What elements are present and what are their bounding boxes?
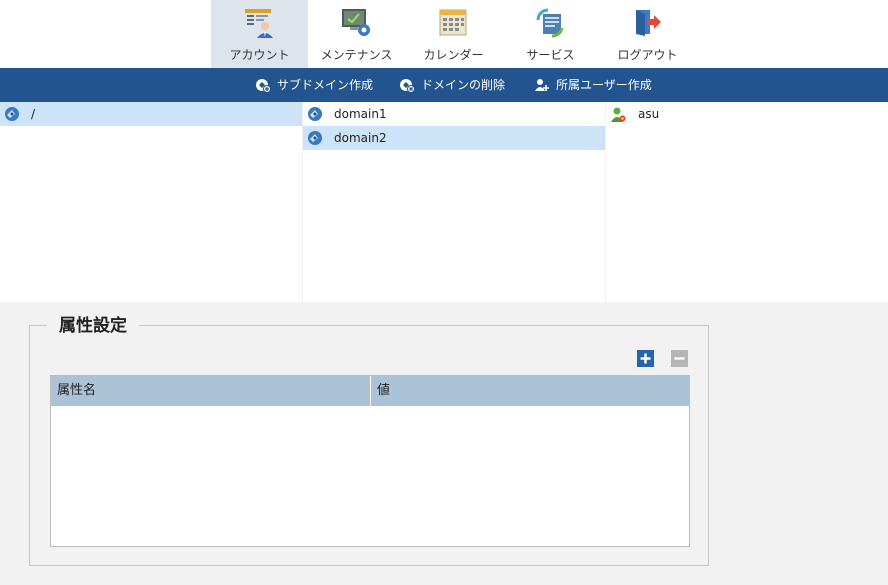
user-item-asu-label: asu bbox=[638, 107, 660, 121]
attribute-table: 属性名 値 bbox=[50, 375, 690, 547]
nav-account[interactable]: アカウント bbox=[211, 0, 308, 68]
column-header-value[interactable]: 値 bbox=[371, 376, 689, 406]
nav-calendar-label: カレンダー bbox=[423, 48, 484, 62]
service-icon bbox=[536, 8, 564, 38]
domain-icon bbox=[308, 107, 322, 121]
calendar-icon bbox=[439, 9, 467, 36]
nav-service-label: サービス bbox=[526, 48, 575, 62]
account-icon bbox=[245, 9, 273, 38]
top-navigation: アカウント メンテナンス カレンダー サービス ログアウト bbox=[0, 0, 888, 68]
user-item-asu[interactable]: asu bbox=[606, 102, 888, 126]
remove-attribute-button[interactable] bbox=[671, 350, 688, 367]
tree-item-domain1-label: domain1 bbox=[334, 107, 387, 121]
create-subdomain-label: サブドメイン作成 bbox=[277, 78, 374, 92]
plus-icon bbox=[640, 353, 651, 364]
root-domain-pane: / bbox=[0, 102, 302, 302]
attribute-settings-title: 属性設定 bbox=[47, 315, 139, 337]
add-user-icon bbox=[535, 79, 549, 91]
tree-item-root[interactable]: / bbox=[0, 102, 302, 126]
maintenance-icon bbox=[342, 9, 370, 36]
user-icon bbox=[611, 107, 626, 122]
create-member-user-label: 所属ユーザー作成 bbox=[556, 78, 652, 92]
minus-icon bbox=[674, 357, 685, 360]
nav-maintenance[interactable]: メンテナンス bbox=[308, 0, 405, 68]
nav-logout[interactable]: ログアウト bbox=[599, 0, 696, 68]
delete-domain-label: ドメインの削除 bbox=[421, 78, 506, 92]
nav-account-label: アカウント bbox=[229, 48, 290, 62]
domain-icon bbox=[308, 131, 322, 145]
add-subdomain-icon bbox=[256, 79, 271, 93]
logout-icon bbox=[636, 10, 661, 36]
user-pane: asu bbox=[606, 102, 888, 302]
tree-item-domain2[interactable]: domain2 bbox=[303, 126, 605, 150]
nav-service[interactable]: サービス bbox=[502, 0, 599, 68]
action-toolbar: サブドメイン作成 ドメインの削除 所属ユーザー作成 bbox=[0, 68, 888, 102]
subdomain-pane: domain1 domain2 bbox=[303, 102, 605, 302]
tree-item-domain2-label: domain2 bbox=[334, 131, 387, 145]
nav-logout-label: ログアウト bbox=[617, 48, 678, 62]
nav-calendar[interactable]: カレンダー bbox=[405, 0, 502, 68]
domain-icon bbox=[5, 107, 19, 121]
tree-item-root-label: / bbox=[31, 107, 36, 121]
add-attribute-button[interactable] bbox=[637, 350, 654, 367]
nav-maintenance-label: メンテナンス bbox=[320, 48, 393, 62]
column-header-attribute-name[interactable]: 属性名 bbox=[51, 376, 371, 406]
tree-item-domain1[interactable]: domain1 bbox=[303, 102, 605, 126]
delete-domain-icon bbox=[400, 79, 415, 93]
attribute-table-header: 属性名 値 bbox=[51, 376, 689, 406]
